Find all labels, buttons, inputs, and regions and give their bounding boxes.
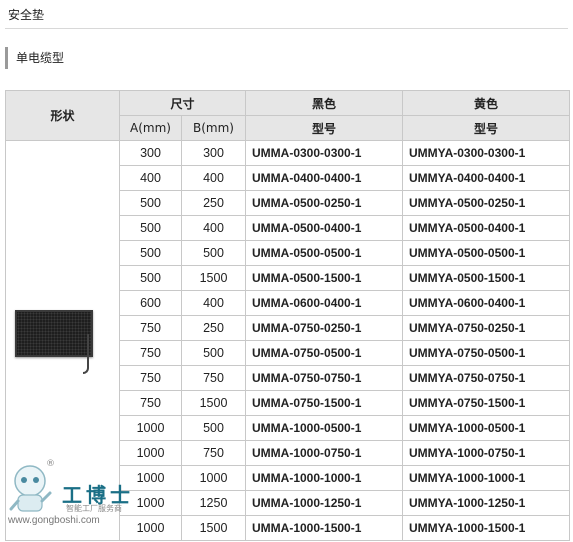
header-a-mm: A(mm) — [119, 115, 182, 141]
cell-black-model: UMMA-0750-0750-1 — [245, 365, 404, 391]
cell-a-mm: 500 — [119, 240, 182, 266]
cell-b-mm: 400 — [180, 290, 247, 316]
cell-black-model: UMMA-1000-1500-1 — [245, 515, 404, 541]
cell-b-mm: 1250 — [180, 490, 247, 516]
cell-a-mm: 750 — [119, 315, 182, 341]
cell-a-mm: 600 — [119, 290, 182, 316]
watermark-tagline: 智能工厂服务商 — [66, 504, 122, 513]
header-yellow: 黄色 — [402, 90, 571, 116]
cell-yellow-model: UMMYA-0750-1500-1 — [402, 390, 571, 416]
header-size: 尺寸 — [118, 90, 247, 116]
page-heading: 安全垫 — [8, 8, 45, 22]
cell-a-mm: 750 — [119, 365, 182, 391]
watermark-url: www.gongboshi.com — [8, 515, 100, 526]
header-black-model: 型号 — [245, 115, 404, 141]
cell-a-mm: 400 — [119, 165, 182, 191]
cell-black-model: UMMA-0500-1500-1 — [245, 265, 404, 291]
cell-yellow-model: UMMYA-1000-1000-1 — [402, 465, 571, 491]
header-b-mm: B(mm) — [180, 115, 247, 141]
cell-black-model: UMMA-1000-0750-1 — [245, 440, 404, 466]
cell-black-model: UMMA-0500-0400-1 — [245, 215, 404, 241]
cell-b-mm: 400 — [180, 165, 247, 191]
cell-yellow-model: UMMYA-1000-1500-1 — [402, 515, 571, 541]
cell-b-mm: 750 — [180, 440, 247, 466]
cell-a-mm: 500 — [119, 190, 182, 216]
cell-b-mm: 1500 — [180, 265, 247, 291]
cell-black-model: UMMA-1000-1000-1 — [245, 465, 404, 491]
cell-b-mm: 1500 — [180, 390, 247, 416]
cell-a-mm: 500 — [119, 215, 182, 241]
cell-a-mm: 750 — [119, 390, 182, 416]
cell-black-model: UMMA-0600-0400-1 — [245, 290, 404, 316]
header-black: 黑色 — [245, 90, 404, 116]
cell-b-mm: 1000 — [180, 465, 247, 491]
cell-black-model: UMMA-1000-1250-1 — [245, 490, 404, 516]
cell-yellow-model: UMMYA-0750-0500-1 — [402, 340, 571, 366]
cell-yellow-model: UMMYA-0400-0400-1 — [402, 165, 571, 191]
cell-yellow-model: UMMYA-1000-0500-1 — [402, 415, 571, 441]
cell-black-model: UMMA-0500-0250-1 — [245, 190, 404, 216]
cell-black-model: UMMA-0750-1500-1 — [245, 390, 404, 416]
cell-black-model: UMMA-0500-0500-1 — [245, 240, 404, 266]
cell-b-mm: 300 — [180, 140, 247, 166]
cell-b-mm: 500 — [180, 240, 247, 266]
cell-b-mm: 500 — [180, 415, 247, 441]
cell-b-mm: 250 — [180, 190, 247, 216]
cell-yellow-model: UMMYA-0750-0750-1 — [402, 365, 571, 391]
cell-yellow-model: UMMYA-1000-1250-1 — [402, 490, 571, 516]
header-shape: 形状 — [5, 90, 120, 141]
cell-black-model: UMMA-0750-0250-1 — [245, 315, 404, 341]
mat-cable — [82, 333, 89, 374]
cell-yellow-model: UMMYA-0500-0400-1 — [402, 215, 571, 241]
table-row: 300 300 UMMA-0300-0300-1 UMMYA-0300-0300-1 — [5, 140, 571, 541]
cell-yellow-model: UMMYA-0300-0300-1 — [402, 140, 571, 166]
cell-b-mm: 750 — [180, 365, 247, 391]
cell-black-model: UMMA-0750-0500-1 — [245, 340, 404, 366]
heading-divider — [5, 28, 568, 29]
spec-table-header: 形状 尺寸 黑色 黄色 A(mm) B(mm) 型号 型号 — [5, 90, 571, 141]
cell-yellow-model: UMMYA-0500-1500-1 — [402, 265, 571, 291]
cell-yellow-model: UMMYA-0750-0250-1 — [402, 315, 571, 341]
cell-b-mm: 250 — [180, 315, 247, 341]
cell-a-mm: 300 — [119, 140, 182, 166]
robot-mascot-icon — [9, 465, 52, 512]
cell-yellow-model: UMMYA-0600-0400-1 — [402, 290, 571, 316]
safety-mat-image — [13, 306, 113, 376]
registered-mark: ® — [46, 459, 55, 469]
cell-black-model: UMMA-0300-0300-1 — [245, 140, 404, 166]
cell-a-mm: 1000 — [119, 415, 182, 441]
cell-a-mm: 500 — [119, 265, 182, 291]
section-title: 单电缆型 — [5, 47, 64, 69]
cell-b-mm: 500 — [180, 340, 247, 366]
cell-b-mm: 1500 — [180, 515, 247, 541]
mat-surface — [14, 309, 93, 357]
cell-b-mm: 400 — [180, 215, 247, 241]
header-yellow-model: 型号 — [402, 115, 571, 141]
cell-black-model: UMMA-0400-0400-1 — [245, 165, 404, 191]
cell-a-mm: 750 — [119, 340, 182, 366]
cell-yellow-model: UMMYA-1000-0750-1 — [402, 440, 571, 466]
cell-yellow-model: UMMYA-0500-0250-1 — [402, 190, 571, 216]
cell-black-model: UMMA-1000-0500-1 — [245, 415, 404, 441]
watermark-logo: ® 工博士 智能工厂服务商 www.gongboshi.com — [8, 459, 138, 531]
cell-yellow-model: UMMYA-0500-0500-1 — [402, 240, 571, 266]
